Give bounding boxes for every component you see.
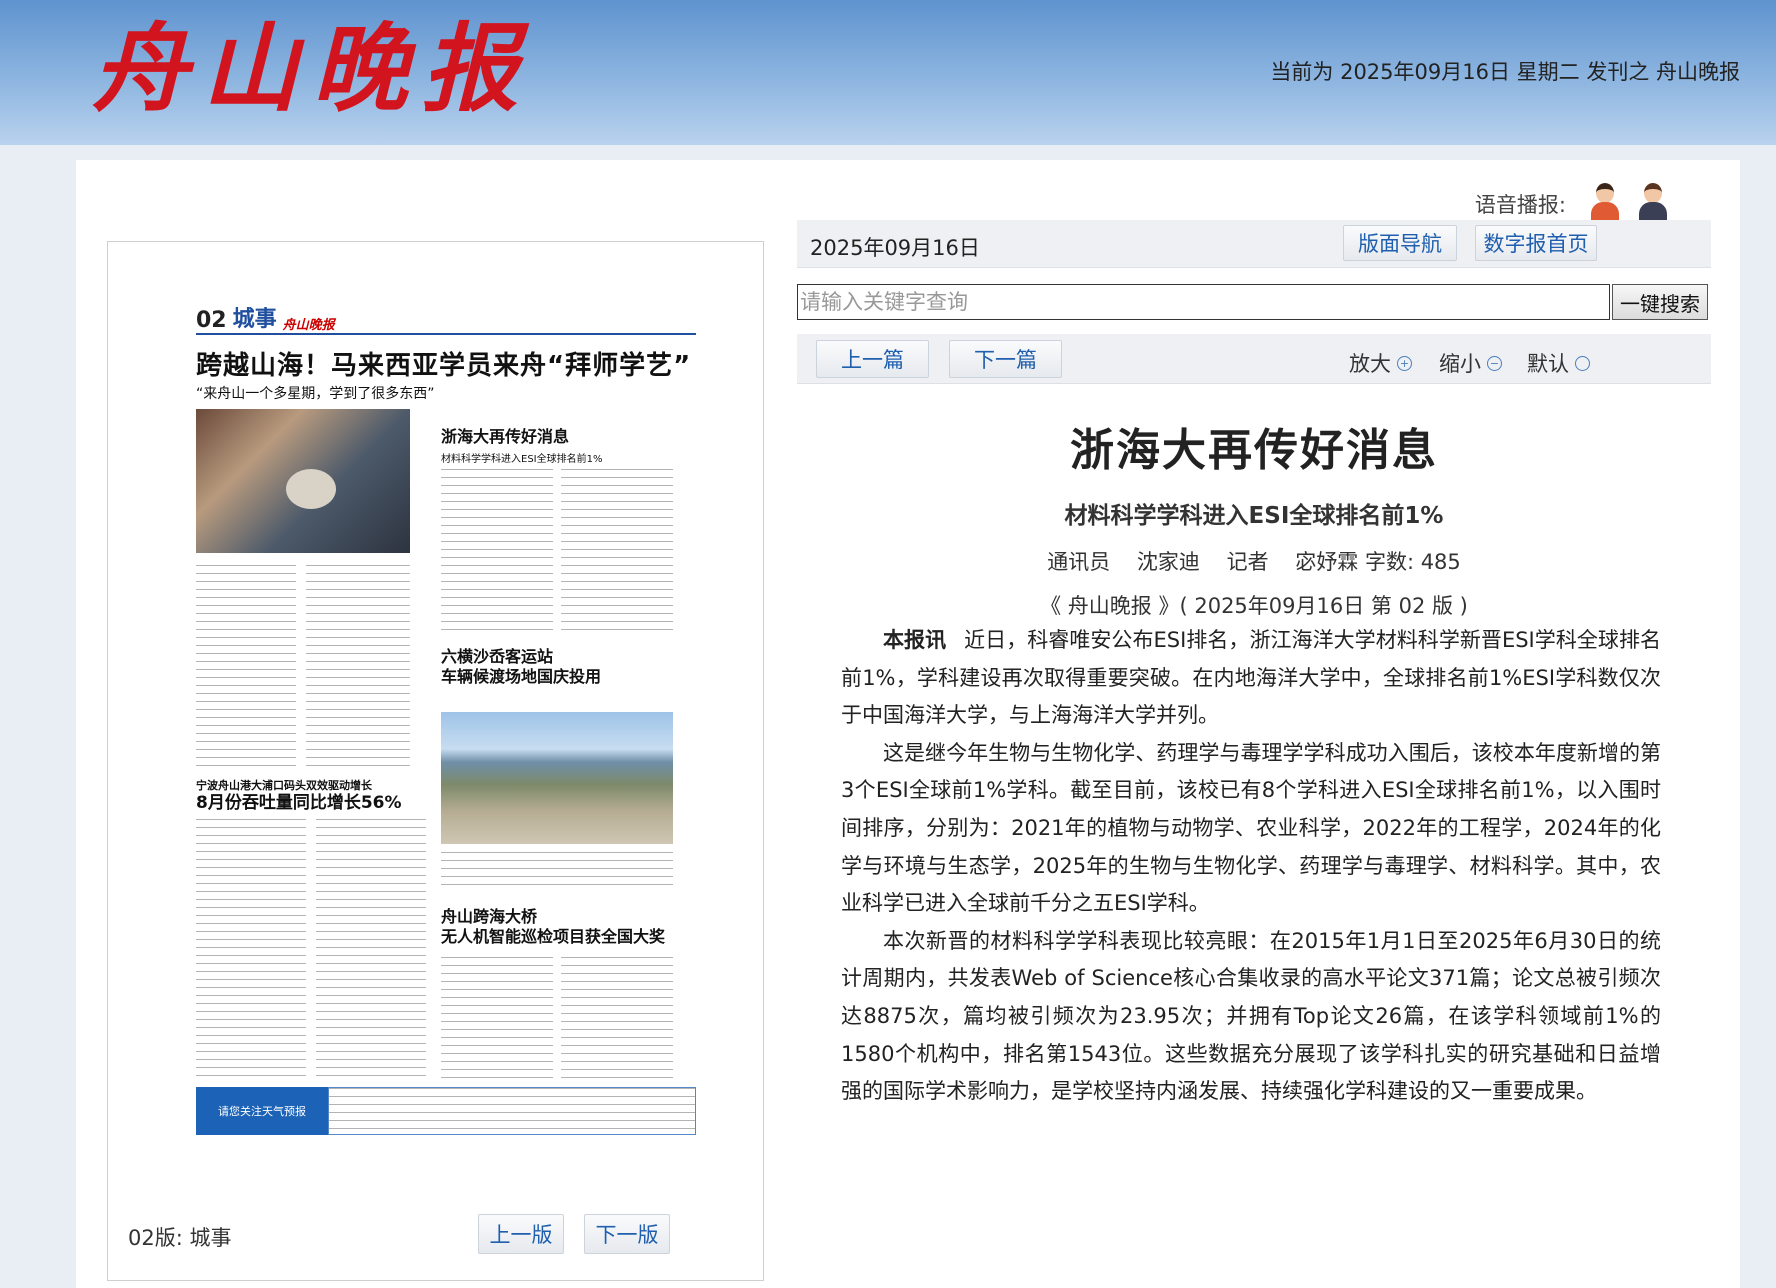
page-brand: 舟山晚报	[282, 318, 335, 333]
circle-icon	[1575, 355, 1590, 371]
page-header: 02 城事 舟山晚报	[196, 307, 696, 335]
byline-name-wordcount: 宓妤霖 字数: 485	[1295, 550, 1461, 574]
story5-title-line2[interactable]: 无人机智能巡检项目获全国大奖	[441, 927, 665, 947]
story2-subtitle: 材料科学学科进入ESI全球排名前1%	[441, 454, 603, 465]
text-column	[561, 957, 673, 1081]
newspaper-logo[interactable]: 舟山晚报	[92, 14, 532, 124]
article-paragraph: 这是继今年生物与生物化学、药理学与毒理学学科成功入围后，该校本年度新增的第3个E…	[841, 740, 1661, 916]
article-source: 《 舟山晚报 》( 2025年09月16日 第 02 版 )	[1040, 594, 1468, 618]
text-column	[196, 819, 306, 1081]
story-subheadline: “来舟山一个多星期，学到了很多东西”	[196, 386, 435, 402]
story4-subtitle: 宁波舟山港大浦口码头双效驱动增长	[196, 779, 372, 792]
next-article-button[interactable]: 下一篇	[949, 340, 1062, 378]
female-announcer-icon[interactable]	[1588, 183, 1622, 225]
text-column	[441, 957, 553, 1081]
article-byline: 通讯员 沈家迪 记者 宓妤霖 字数: 485	[797, 546, 1711, 576]
byline-name-correspondent: 沈家迪	[1136, 550, 1200, 574]
zoom-default-button[interactable]: 默认	[1527, 348, 1590, 378]
article-subtitle: 材料科学学科进入ESI全球排名前1%	[1064, 503, 1444, 529]
story3-title-line1[interactable]: 六横沙岙客运站	[441, 647, 553, 667]
byline-role-correspondent: 通讯员	[1047, 550, 1111, 574]
issue-date: 2025年09月16日	[810, 236, 980, 260]
article-nav-bar: 上一篇 下一篇 放大 + 缩小 − 默认	[797, 334, 1711, 384]
search-input[interactable]	[797, 284, 1610, 320]
male-announcer-icon[interactable]	[1636, 183, 1670, 225]
article-lead: 本报讯	[883, 628, 947, 652]
text-column	[196, 565, 296, 770]
article-title: 浙海大再传好消息	[1070, 425, 1438, 476]
date-bar: 2025年09月16日 版面导航 数字报首页	[797, 220, 1711, 268]
weather-text	[328, 1087, 696, 1135]
weather-label: 请您关注天气预报	[196, 1087, 328, 1135]
zoom-default-label: 默认	[1527, 352, 1569, 376]
story4-title[interactable]: 8月份吞吐量同比增长56%	[196, 793, 402, 813]
page-preview: 02 城事 舟山晚报 跨越山海！马来西亚学员来舟“拜师学艺” “来舟山一个多星期…	[107, 241, 764, 1281]
next-page-button[interactable]: 下一版	[584, 1214, 670, 1254]
zoom-out-button[interactable]: 缩小 −	[1439, 348, 1502, 378]
digital-home-button[interactable]: 数字报首页	[1475, 225, 1597, 261]
search-button[interactable]: 一键搜索	[1612, 284, 1708, 320]
text-column	[306, 565, 410, 770]
story2-title[interactable]: 浙海大再传好消息	[441, 427, 569, 447]
zoom-out-label: 缩小	[1439, 352, 1481, 376]
text-column	[316, 819, 426, 1081]
page-label: 02版: 城事	[128, 1226, 232, 1250]
main-panel: 语音播报: 02 城事 舟山晚报 跨越山海！马来西亚学员来舟“拜师学艺” “来舟…	[76, 160, 1740, 1288]
zoom-in-label: 放大	[1349, 352, 1391, 376]
story3-title-line2[interactable]: 车辆候渡场地国庆投用	[441, 667, 601, 687]
weather-banner: 请您关注天气预报	[196, 1087, 696, 1135]
issue-date-info: 当前为 2025年09月16日 星期二 发刊之 舟山晚报	[1270, 60, 1740, 84]
article-paragraph: 本次新晋的材料科学学科表现比较亮眼：在2015年1月1日至2025年6月30日的…	[841, 928, 1661, 1104]
layout-nav-button[interactable]: 版面导航	[1343, 225, 1457, 261]
minus-circle-icon: −	[1487, 355, 1502, 371]
page-section: 城事	[232, 307, 277, 332]
byline-role-reporter: 记者	[1226, 550, 1269, 574]
pottery-class-photo	[196, 409, 410, 553]
article: 浙海大再传好消息 材料科学学科进入ESI全球排名前1% 通讯员 沈家迪 记者 宓…	[797, 396, 1711, 1103]
newspaper-page-image[interactable]: 02 城事 舟山晚报 跨越山海！马来西亚学员来舟“拜师学艺” “来舟山一个多星期…	[196, 307, 696, 1142]
article-paragraph: 本报讯 近日，科睿唯安公布ESI排名，浙江海洋大学材料科学新晋ESI学科全球排名前…	[841, 628, 1661, 728]
masthead: 舟山晚报 当前为 2025年09月16日 星期二 发刊之 舟山晚报	[0, 0, 1776, 145]
zoom-in-button[interactable]: 放大 +	[1349, 348, 1412, 378]
story-headline[interactable]: 跨越山海！马来西亚学员来舟“拜师学艺”	[196, 345, 696, 382]
text-column	[441, 852, 673, 892]
story5-title-line1[interactable]: 舟山跨海大桥	[441, 907, 537, 927]
prev-page-button[interactable]: 上一版	[478, 1214, 564, 1254]
text-column	[561, 469, 673, 634]
plus-circle-icon: +	[1397, 355, 1412, 371]
search-bar: 一键搜索	[797, 284, 1711, 322]
voice-broadcast-label: 语音播报:	[1474, 193, 1566, 217]
page-footer: 02版: 城事 上一版 下一版	[128, 1214, 748, 1254]
prev-article-button[interactable]: 上一篇	[816, 340, 929, 378]
article-body: 本报讯 近日，科睿唯安公布ESI排名，浙江海洋大学材料科学新晋ESI学科全球排名前…	[841, 622, 1661, 1111]
ferry-terminal-photo	[441, 712, 673, 844]
page-number: 02	[196, 308, 227, 333]
text-column	[441, 469, 553, 634]
